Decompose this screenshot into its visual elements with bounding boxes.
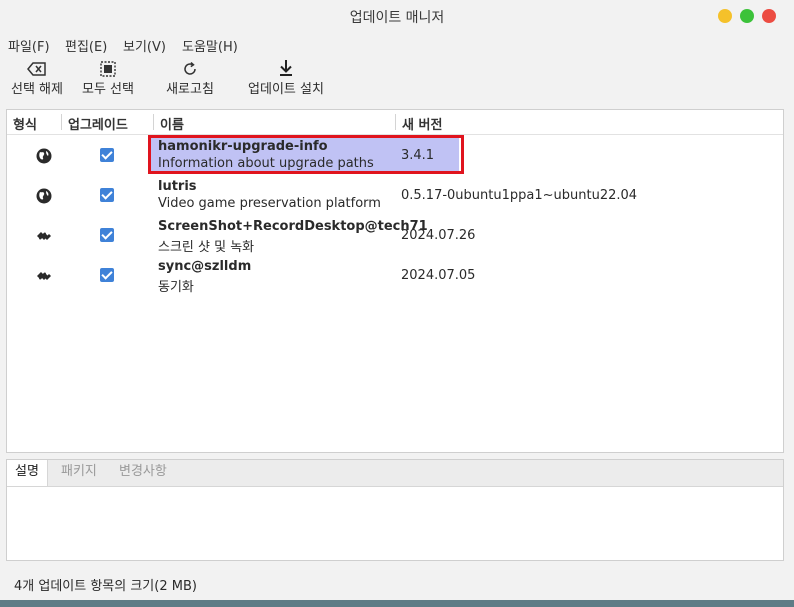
- column-new-version[interactable]: 새 버전: [402, 114, 442, 133]
- update-name: ScreenShot+RecordDesktop@tech71: [158, 219, 428, 234]
- globe-icon: [35, 147, 53, 165]
- update-manager-window: 업데이트 매니저 파일(F) 편집(E) 보기(V) 도움말(H) 선택 해제: [0, 0, 794, 600]
- menu-edit[interactable]: 편집(E): [65, 36, 107, 55]
- window-title: 업데이트 매니저: [349, 10, 445, 26]
- globe-icon: [35, 187, 53, 205]
- upgrade-checkbox[interactable]: [100, 228, 114, 242]
- refresh-icon: [163, 58, 217, 78]
- menu-view[interactable]: 보기(V): [123, 36, 166, 55]
- refresh-label: 새로고침: [166, 82, 214, 97]
- backspace-icon: [10, 58, 64, 78]
- clear-selection-button[interactable]: 선택 해제: [10, 58, 64, 100]
- select-all-button[interactable]: 모두 선택: [81, 58, 135, 100]
- select-all-icon: [81, 58, 135, 78]
- update-description: 동기화: [158, 280, 194, 295]
- select-all-label: 모두 선택: [82, 82, 134, 97]
- tab-package[interactable]: 패키지: [53, 460, 105, 486]
- update-description: Information about upgrade paths: [158, 156, 374, 171]
- update-version: 0.5.17-0ubuntu1ppa1~ubuntu22.04: [401, 188, 638, 203]
- update-version: 2024.07.05: [401, 268, 476, 283]
- column-upgrade[interactable]: 업그레이드: [68, 114, 128, 133]
- column-type[interactable]: 형식: [13, 114, 37, 133]
- update-name: lutris: [158, 179, 197, 194]
- update-version: 3.4.1: [401, 148, 435, 163]
- update-version: 2024.07.26: [401, 228, 476, 243]
- upgrade-checkbox[interactable]: [100, 148, 114, 162]
- update-row[interactable]: sync@szlldm 동기화 2024.07.05: [7, 256, 783, 296]
- clear-selection-label: 선택 해제: [11, 82, 63, 97]
- title-bar[interactable]: 업데이트 매니저: [0, 0, 794, 32]
- toolbar: 선택 해제 모두 선택 새로고침 업데이트 설치: [0, 56, 794, 102]
- status-text: 4개 업데이트 항목의 크기(2 MB): [14, 579, 197, 594]
- puzzle-icon: [35, 227, 53, 245]
- update-row[interactable]: ScreenShot+RecordDesktop@tech71 스크린 샷 및 …: [7, 216, 783, 256]
- puzzle-icon: [35, 267, 53, 285]
- column-divider: [61, 114, 62, 130]
- updates-list: 형식 업그레이드 이름 새 버전 hamonikr-upgrade-info I…: [6, 109, 784, 453]
- update-row[interactable]: lutris Video game preservation platform …: [7, 176, 783, 216]
- install-updates-label: 업데이트 설치: [248, 82, 324, 97]
- update-description: 스크린 샷 및 녹화: [158, 240, 255, 255]
- column-divider: [153, 114, 154, 130]
- menu-help[interactable]: 도움말(H): [182, 36, 238, 55]
- details-panel: 설명 패키지 변경사항: [6, 459, 784, 561]
- update-name: hamonikr-upgrade-info: [158, 139, 328, 154]
- tab-description[interactable]: 설명: [7, 460, 48, 486]
- close-button[interactable]: [762, 9, 776, 23]
- maximize-button[interactable]: [740, 9, 754, 23]
- update-name: sync@szlldm: [158, 259, 252, 274]
- install-updates-button[interactable]: 업데이트 설치: [247, 58, 325, 100]
- upgrade-checkbox[interactable]: [100, 268, 114, 282]
- menu-bar: 파일(F) 편집(E) 보기(V) 도움말(H): [0, 33, 794, 55]
- download-icon: [247, 58, 325, 78]
- details-tabbar: 설명 패키지 변경사항: [7, 460, 783, 487]
- menu-file[interactable]: 파일(F): [8, 36, 50, 55]
- minimize-button[interactable]: [718, 9, 732, 23]
- tab-changelog[interactable]: 변경사항: [111, 460, 175, 486]
- column-divider: [395, 114, 396, 130]
- column-header: 형식 업그레이드 이름 새 버전: [7, 110, 783, 135]
- upgrade-checkbox[interactable]: [100, 188, 114, 202]
- update-description: Video game preservation platform: [158, 196, 381, 211]
- refresh-button[interactable]: 새로고침: [163, 58, 217, 100]
- column-name[interactable]: 이름: [160, 114, 184, 133]
- update-row[interactable]: hamonikr-upgrade-info Information about …: [7, 135, 783, 176]
